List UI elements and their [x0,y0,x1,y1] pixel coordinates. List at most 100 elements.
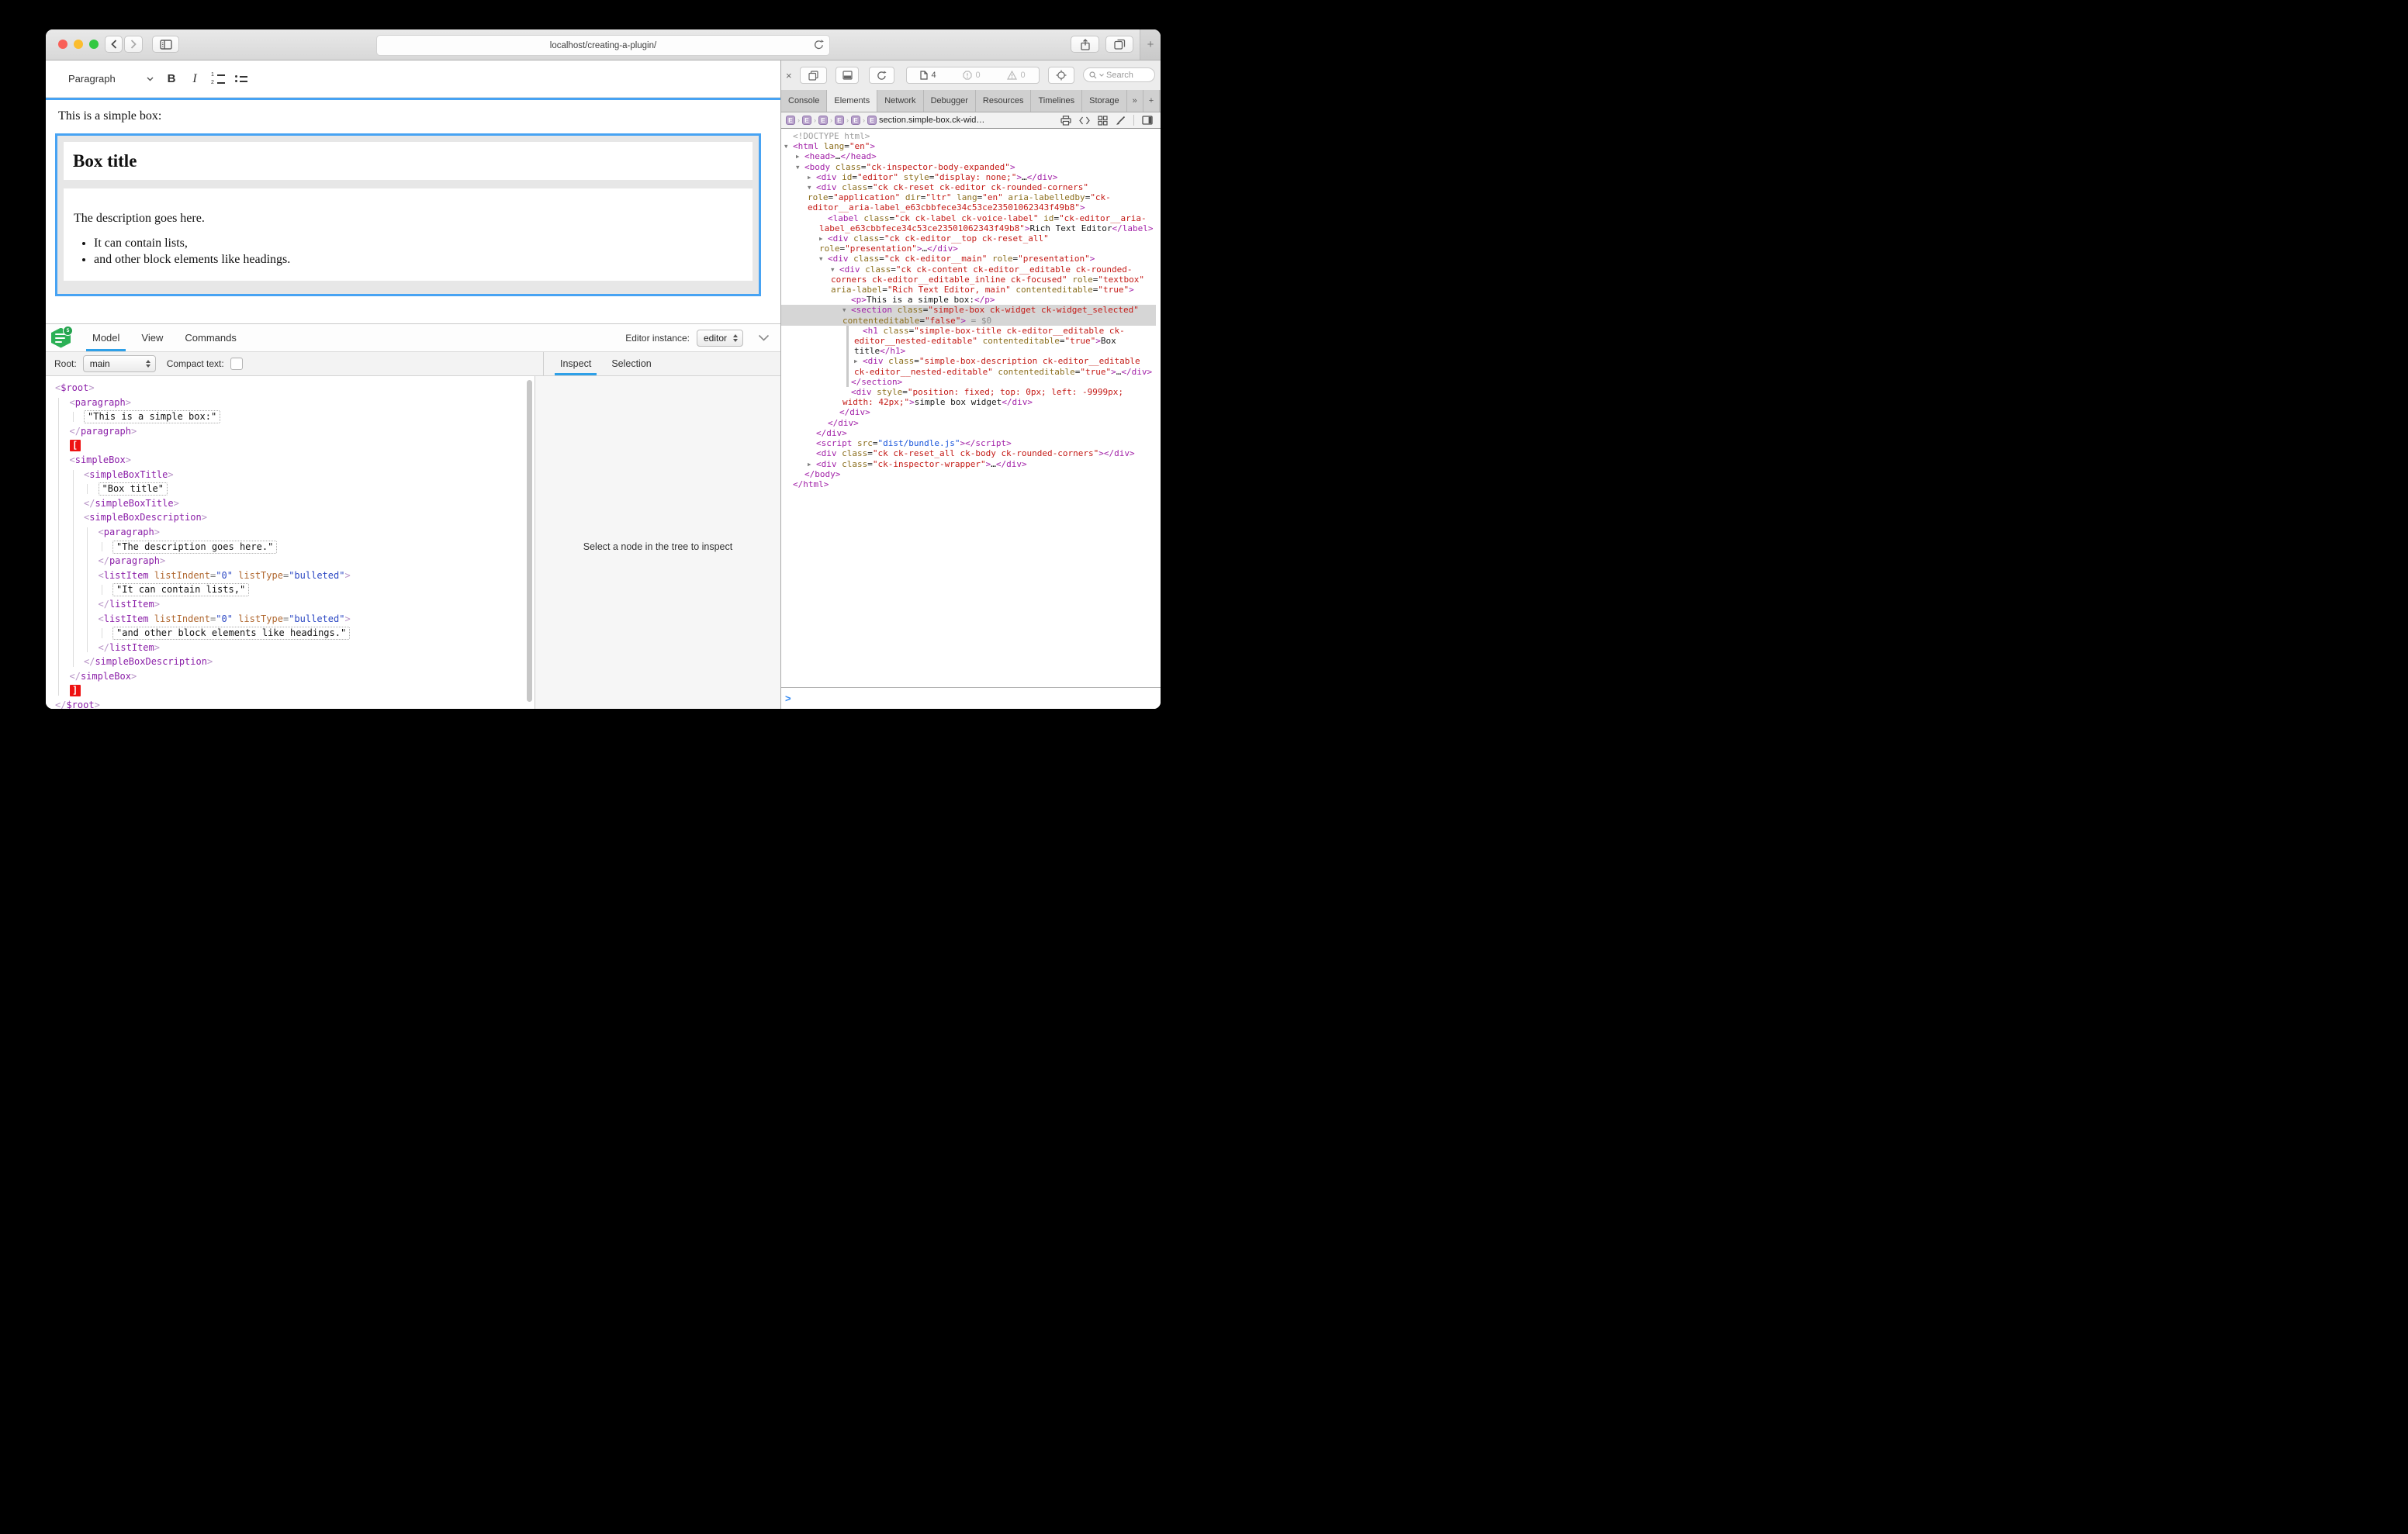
model-tree-line[interactable]: <listItem listIndent="0" listType="bulle… [46,568,535,583]
breadcrumb-element-badge[interactable]: E [835,116,844,125]
dom-tree-line[interactable]: </div> [781,418,1156,428]
sidebar-toggle-button[interactable] [152,36,179,53]
model-tree-line[interactable]: </$root> [46,698,535,709]
dom-tree-line[interactable]: <p>This is a simple box:</p> [781,295,1156,305]
model-tree-line[interactable]: </simpleBoxDescription> [46,655,535,669]
disclosure-closed-icon[interactable]: ▶ [808,459,816,469]
dom-tree-line[interactable]: </section> [781,377,1156,387]
console-prompt[interactable]: > [781,687,1161,709]
dom-tree-line[interactable]: ▶<head>…</head> [781,151,1156,161]
issues-summary[interactable]: 4 0 0 [906,67,1040,84]
model-tree-line[interactable]: </paragraph> [46,424,535,439]
description-list-item[interactable]: It can contain lists, [94,237,743,250]
model-tree-line[interactable]: </paragraph> [46,554,535,568]
disclosure-closed-icon[interactable]: ▶ [819,233,828,244]
breadcrumb-element-badge[interactable]: E [802,116,811,125]
devtools-settings-gear-icon[interactable] [1160,90,1161,112]
devtools-tab-storage[interactable]: Storage [1082,90,1127,112]
dom-tree-line[interactable]: ▼<body class="ck-inspector-body-expanded… [781,162,1156,172]
dom-tree-line[interactable]: ▶<div id="editor" style="display: none;"… [781,172,1156,182]
model-tree-line[interactable]: "and other block elements like headings.… [46,626,535,641]
model-text-node[interactable]: "It can contain lists," [112,583,249,596]
styles-brush-icon[interactable] [1116,116,1126,126]
model-text-node[interactable]: "and other block elements like headings.… [112,627,350,640]
model-text-node[interactable]: "Box title" [99,482,168,496]
devtools-tab-timelines[interactable]: Timelines [1031,90,1082,112]
italic-button[interactable]: I [183,67,206,91]
share-button[interactable] [1071,36,1099,53]
new-tab-button[interactable]: + [1140,29,1161,60]
close-inspector-button[interactable]: × [786,60,792,90]
inspector-search-field[interactable]: Search [1083,67,1155,82]
model-tree-line[interactable]: <listItem listIndent="0" listType="bulle… [46,612,535,627]
description-list-item[interactable]: and other block elements like headings. [94,253,743,267]
simple-box-description[interactable]: The description goes here. It can contai… [64,188,752,281]
reload-page-button[interactable] [869,67,894,84]
disclosure-closed-icon[interactable]: ▶ [854,356,863,366]
disclosure-open-icon[interactable]: ▼ [819,254,828,264]
model-tree-line[interactable]: </simpleBox> [46,669,535,684]
collapse-inspector-button[interactable] [758,334,770,341]
dom-tree-line[interactable]: <label class="ck ck-label ck-voice-label… [781,213,1156,233]
compact-text-checkbox[interactable] [230,358,243,370]
editor-editable-area[interactable]: This is a simple box: Box title The desc… [46,100,780,323]
model-tree-line[interactable]: <simpleBoxTitle> [46,468,535,482]
detach-inspector-button[interactable] [800,67,827,84]
dom-tree-line[interactable]: <script src="dist/bundle.js"></script> [781,438,1156,448]
model-tree-line[interactable]: </listItem> [46,597,535,612]
close-window-button[interactable] [58,40,67,49]
disclosure-open-icon[interactable]: ▼ [808,182,816,192]
model-tree[interactable]: <$root><paragraph>"This is a simple box:… [46,376,535,709]
devtools-tab-resources[interactable]: Resources [976,90,1032,112]
disclosure-open-icon[interactable]: ▼ [796,162,804,172]
dom-tree-line[interactable]: ▶<div class="ck-inspector-wrapper">…</di… [781,459,1156,469]
model-tree-scrollbar[interactable] [527,380,532,702]
devtools-add-tab-button[interactable]: + [1143,90,1160,112]
dom-tree-line[interactable]: <div style="position: fixed; top: 0px; l… [781,387,1156,407]
numbered-list-button[interactable]: 1 2 [206,67,230,91]
zoom-window-button[interactable] [89,40,99,49]
dom-tree-line[interactable]: ▼<section class="simple-box ck-widget ck… [781,305,1156,325]
model-tree-line[interactable]: <paragraph> [46,396,535,410]
model-text-node[interactable]: "The description goes here." [112,541,277,554]
model-tree-line[interactable]: <$root> [46,381,535,396]
dom-tree-line[interactable]: ▼<div class="ck ck-editor__main" role="p… [781,254,1156,264]
simple-box-widget[interactable]: Box title The description goes here. It … [55,133,761,296]
disclosure-open-icon[interactable]: ▼ [784,141,793,151]
editor-instance-select[interactable]: editor [697,330,743,347]
inspector-tab-commands[interactable]: Commands [174,324,247,351]
model-tree-line[interactable]: "It can contain lists," [46,582,535,597]
address-bar[interactable]: localhost/creating-a-plugin/ [376,35,830,56]
breadcrumb-element-badge[interactable]: E [818,116,828,125]
dom-tree[interactable]: <!DOCTYPE html>▼<html lang="en">▶<head>…… [781,129,1161,687]
description-paragraph[interactable]: The description goes here. [74,212,743,226]
reload-icon[interactable] [814,39,824,50]
show-source-icon[interactable] [1079,116,1090,125]
model-tree-line[interactable]: </listItem> [46,641,535,655]
breadcrumb-element-badge[interactable]: E [851,116,860,125]
dom-tree-line[interactable]: ▼<div class="ck ck-reset ck-editor ck-ro… [781,182,1156,213]
pane-tab-selection[interactable]: Selection [601,352,661,375]
dom-tree-line[interactable]: <div class="ck ck-reset_all ck-body ck-r… [781,448,1156,458]
inspector-tab-model[interactable]: Model [81,324,130,351]
print-styles-icon[interactable] [1060,116,1071,126]
details-sidebar-icon[interactable] [1142,116,1153,125]
dom-tree-line[interactable]: <h1 class="simple-box-title ck-editor__e… [781,326,1156,357]
model-tree-line[interactable]: [ [46,438,535,453]
breadcrumb-element-badge[interactable]: E [867,116,877,125]
model-text-node[interactable]: "This is a simple box:" [84,410,220,423]
simple-box-title[interactable]: Box title [64,142,752,180]
dom-tree-line[interactable]: ▶<div class="ck ck-editor__top ck-reset_… [781,233,1156,254]
minimize-window-button[interactable] [74,40,83,49]
forward-button[interactable] [124,36,143,53]
pane-tab-inspect[interactable]: Inspect [550,352,601,375]
devtools-tab-debugger[interactable]: Debugger [924,90,976,112]
model-tree-line[interactable]: </simpleBoxTitle> [46,496,535,511]
bulleted-list-button[interactable] [230,67,253,91]
disclosure-open-icon[interactable]: ▼ [831,264,839,275]
back-button[interactable] [105,36,123,53]
dom-tree-line[interactable]: ▶<div class="simple-box-description ck-e… [781,356,1156,376]
breadcrumb-element-badge[interactable]: E [786,116,795,125]
layout-grid-icon[interactable] [1098,116,1108,126]
root-select[interactable]: main [83,355,156,372]
